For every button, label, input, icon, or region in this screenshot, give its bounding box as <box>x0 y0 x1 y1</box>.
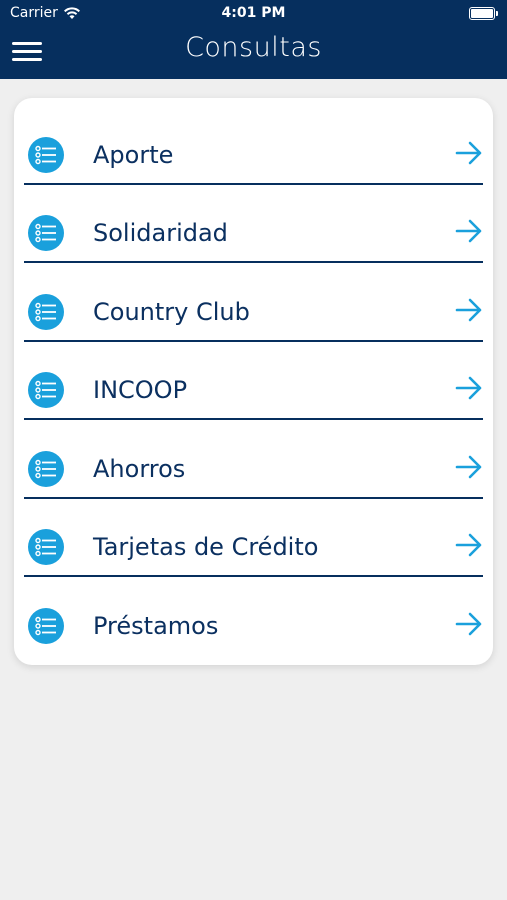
list-icon <box>28 294 64 330</box>
arrow-right-icon <box>455 298 482 322</box>
list-item-solidaridad[interactable]: Solidaridad <box>24 185 483 263</box>
list-item-label: Solidaridad <box>93 219 228 247</box>
arrow-right-icon <box>455 455 482 479</box>
battery-icon <box>469 7 498 20</box>
list-item-label: Tarjetas de Crédito <box>93 533 319 561</box>
divider <box>24 261 483 263</box>
list-item-label: Ahorros <box>93 455 186 483</box>
list-item-incoop[interactable]: INCOOP <box>24 342 483 420</box>
list-item-ahorros[interactable]: Ahorros <box>24 421 483 499</box>
clock: 4:01 PM <box>221 5 286 21</box>
list-icon <box>28 451 64 487</box>
divider <box>24 418 483 420</box>
arrow-right-icon <box>455 612 482 636</box>
list-item-aporte[interactable]: Aporte <box>24 107 483 185</box>
status-bar: Carrier 4:01 PM <box>0 0 507 28</box>
header-bar: Carrier 4:01 PM Consultas <box>0 0 507 79</box>
consultas-list-card: Aporte Solidaridad Country Club INCOOP A… <box>14 98 493 665</box>
list-item-label: Préstamos <box>93 612 219 640</box>
arrow-right-icon <box>455 219 482 243</box>
arrow-right-icon <box>455 376 482 400</box>
list-icon <box>28 372 64 408</box>
list-item-country-club[interactable]: Country Club <box>24 264 483 342</box>
list-item-prestamos[interactable]: Préstamos <box>24 578 483 656</box>
list-item-label: INCOOP <box>93 376 188 404</box>
list-icon <box>28 215 64 251</box>
list-item-label: Aporte <box>93 141 174 169</box>
list-item-tarjetas-de-credito[interactable]: Tarjetas de Crédito <box>24 499 483 577</box>
list-icon <box>28 608 64 644</box>
page-title: Consultas <box>185 32 322 63</box>
list-item-label: Country Club <box>93 298 250 326</box>
divider <box>24 575 483 577</box>
list-icon <box>28 529 64 565</box>
list-icon <box>28 137 64 173</box>
arrow-right-icon <box>455 533 482 557</box>
arrow-right-icon <box>455 141 482 165</box>
